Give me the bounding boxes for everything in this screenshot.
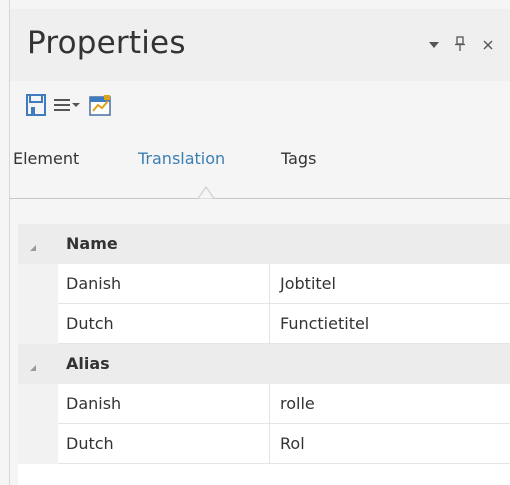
language-cell: Danish	[66, 274, 122, 293]
dropdown-arrow-icon[interactable]	[428, 39, 440, 53]
toolbar	[10, 81, 510, 129]
tab-translation[interactable]: Translation	[138, 149, 225, 169]
grid-empty-area	[18, 464, 510, 485]
tab-content-gap	[10, 199, 510, 219]
panel-title: Properties	[27, 25, 186, 61]
value-cell[interactable]: Rol	[280, 434, 305, 454]
group-name: Alias	[66, 354, 110, 373]
value-cell[interactable]: Jobtitel	[280, 274, 336, 294]
table-row[interactable]: Dutch Functietitel	[58, 304, 510, 344]
group-row-name[interactable]: Name	[18, 224, 510, 264]
tab-tags[interactable]: Tags	[281, 149, 316, 169]
collapse-triangle-icon[interactable]	[28, 358, 38, 371]
table-row[interactable]: Danish Jobtitel	[58, 264, 510, 304]
language-cell: Danish	[66, 394, 122, 413]
language-cell: Dutch	[66, 434, 114, 453]
table-row[interactable]: Dutch Rol	[58, 424, 510, 464]
language-cell: Dutch	[66, 314, 114, 333]
panel-titlebar: Properties	[10, 9, 510, 81]
properties-panel: Properties Element Translation Tags Name…	[0, 0, 510, 485]
tab-element[interactable]: Element	[13, 149, 79, 169]
save-icon[interactable]	[24, 93, 48, 117]
table-row[interactable]: Danish rolle	[58, 384, 510, 424]
pin-icon[interactable]	[454, 36, 466, 55]
collapse-triangle-icon[interactable]	[28, 238, 38, 251]
column-divider	[269, 264, 270, 304]
group-row-alias[interactable]: Alias	[18, 344, 510, 384]
close-icon[interactable]	[482, 39, 494, 54]
column-divider	[269, 304, 270, 344]
active-tab-indicator	[188, 180, 224, 200]
column-divider	[269, 384, 270, 424]
value-cell[interactable]: rolle	[280, 394, 315, 414]
value-cell[interactable]: Functietitel	[280, 314, 369, 334]
dropdown-arrow-icon[interactable]	[69, 93, 83, 117]
tab-bar: Element Translation Tags	[10, 129, 510, 199]
properties-icon[interactable]	[88, 93, 112, 117]
column-divider	[269, 424, 270, 464]
group-name: Name	[66, 234, 118, 253]
